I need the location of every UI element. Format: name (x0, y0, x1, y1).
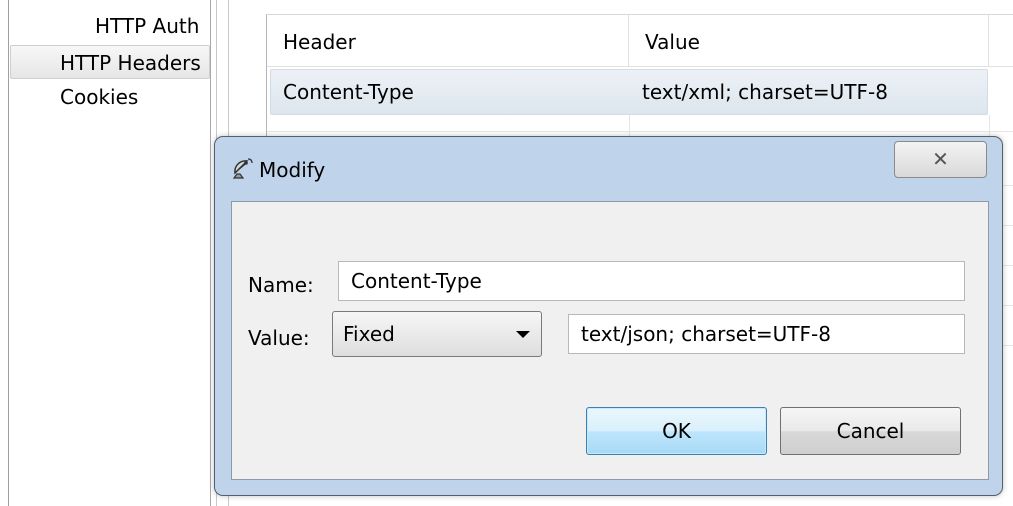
nav-item-label: HTTP Auth (95, 14, 200, 38)
value-mode-selected: Fixed (343, 322, 395, 346)
grid-line (267, 131, 1013, 132)
chevron-down-icon (516, 331, 530, 338)
name-label: Name: (248, 273, 314, 297)
nav-item-label: Cookies (60, 85, 139, 109)
nav-item-http-headers[interactable]: HTTP Headers (10, 45, 210, 79)
table-cell-header[interactable]: Content-Type (270, 69, 630, 115)
close-button[interactable]: ✕ (894, 141, 987, 178)
nav-item-cookies[interactable]: Cookies (10, 80, 210, 114)
column-header-header[interactable]: Header (267, 15, 629, 67)
nav-left-border (8, 0, 9, 506)
ok-button[interactable]: OK (586, 407, 767, 455)
table-cell-value[interactable]: text/xml; charset=UTF-8 (629, 69, 989, 115)
column-header-value[interactable]: Value (629, 15, 989, 67)
dialog-titlebar[interactable] (214, 136, 1003, 192)
nav-item-http-auth[interactable]: HTTP Auth (10, 9, 210, 43)
column-header-label: Value (645, 30, 700, 54)
name-field[interactable]: Content-Type (338, 261, 965, 301)
column-header-filler (989, 15, 1013, 67)
column-header-label: Header (283, 30, 356, 54)
cancel-button[interactable]: Cancel (780, 407, 961, 455)
satellite-dish-icon (231, 156, 255, 180)
value-mode-select[interactable]: Fixed (332, 311, 542, 357)
value-field[interactable]: text/json; charset=UTF-8 (568, 314, 965, 354)
value-label: Value: (248, 326, 310, 350)
nav-item-label: HTTP Headers (60, 51, 201, 75)
dialog-title: Modify (259, 158, 326, 182)
close-icon: ✕ (932, 147, 949, 171)
splitter[interactable] (210, 0, 211, 506)
